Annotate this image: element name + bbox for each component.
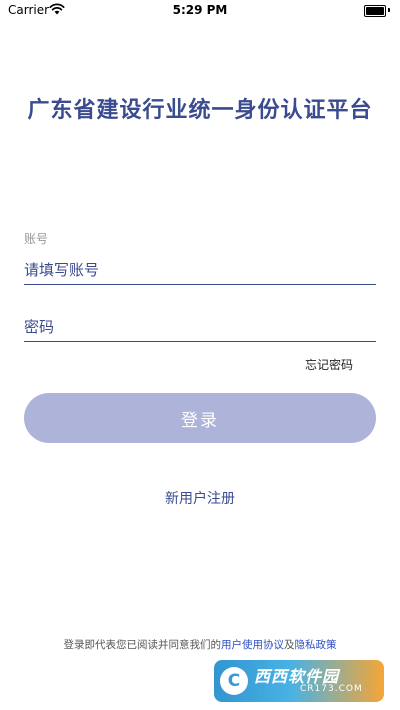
agreement-conjunction: 及 bbox=[284, 639, 295, 651]
watermark-logo: C 西西软件园 CR173.COM bbox=[214, 660, 384, 702]
status-bar: Carrier 5:29 PM bbox=[0, 0, 400, 22]
register-link[interactable]: 新用户注册 bbox=[0, 488, 400, 508]
page-title: 广东省建设行业统一身份认证平台 bbox=[27, 98, 373, 123]
login-button[interactable]: 登录 bbox=[24, 393, 376, 443]
battery-level bbox=[366, 7, 384, 15]
privacy-policy-link[interactable]: 隐私政策 bbox=[295, 639, 337, 651]
watermark-c-icon: C bbox=[220, 667, 248, 695]
battery-icon bbox=[364, 5, 386, 17]
battery-cap bbox=[388, 8, 390, 12]
password-input[interactable] bbox=[24, 313, 376, 342]
watermark-url: CR173.COM bbox=[300, 684, 363, 694]
account-caption: 账号 bbox=[24, 232, 49, 246]
status-time: 5:29 PM bbox=[172, 3, 228, 17]
account-input[interactable] bbox=[24, 256, 376, 285]
user-agreement-link[interactable]: 用户使用协议 bbox=[221, 639, 284, 651]
agreement-prefix: 登录即代表您已阅读并同意我们的 bbox=[63, 639, 222, 651]
forgot-password-link[interactable]: 忘记密码 bbox=[305, 356, 353, 373]
agreement-text: 登录即代表您已阅读并同意我们的用户使用协议及隐私政策 bbox=[0, 637, 400, 652]
